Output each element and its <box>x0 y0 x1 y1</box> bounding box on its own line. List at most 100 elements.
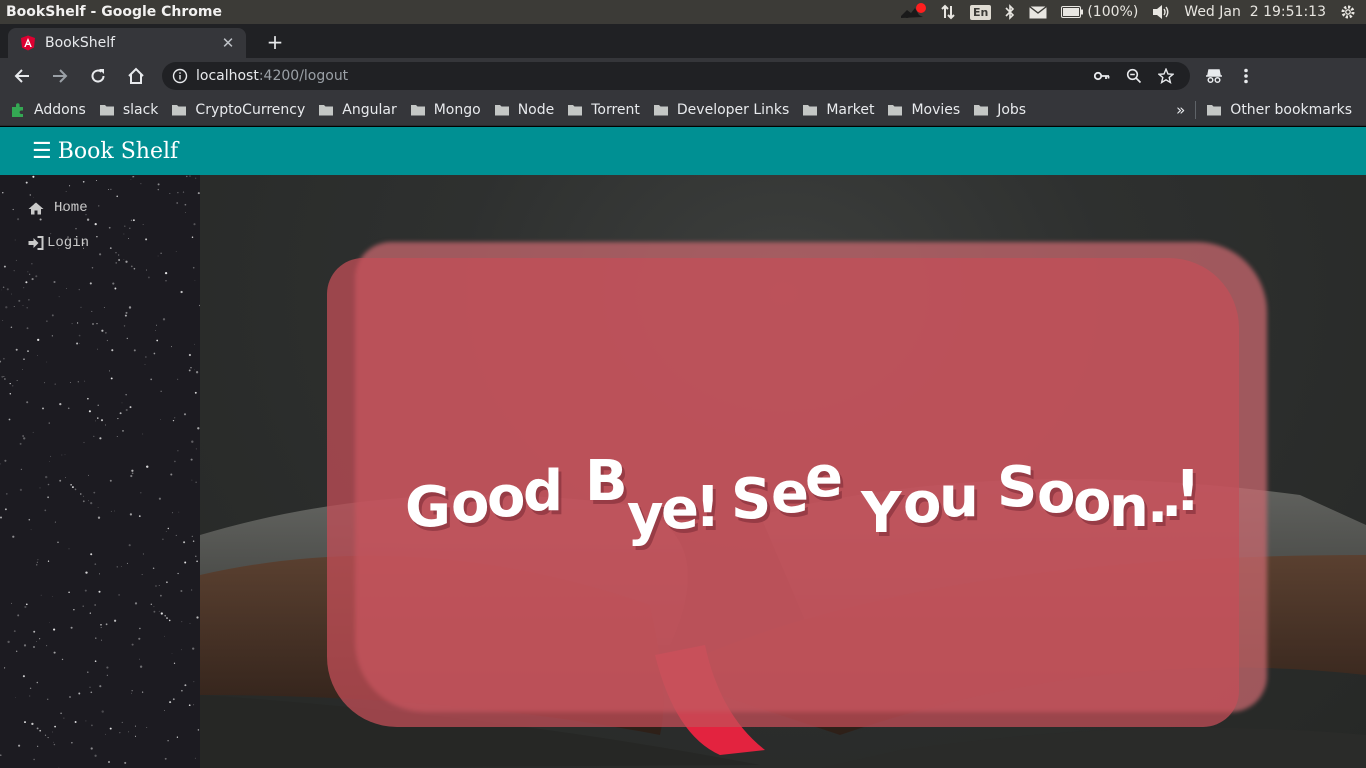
message-letter: o <box>487 465 525 530</box>
starfield-background <box>0 175 200 768</box>
zoom-icon[interactable] <box>1118 64 1150 88</box>
folder-icon <box>974 104 989 115</box>
message-letter: d <box>523 459 563 524</box>
home-icon <box>128 67 144 84</box>
forward-button[interactable] <box>44 60 76 92</box>
app-title[interactable]: ☰ Book Shelf <box>32 139 178 164</box>
bookmark-developer-links[interactable]: Developer Links <box>653 102 789 118</box>
settings-gear-icon[interactable] <box>1340 4 1356 20</box>
bookmarks-overflow-button[interactable]: » <box>1176 101 1185 119</box>
message-letter: e <box>661 477 699 542</box>
bookmark-jobs[interactable]: Jobs <box>973 102 1026 118</box>
reload-icon <box>91 69 105 83</box>
message-letter: o <box>1073 469 1111 534</box>
other-bookmarks-folder[interactable]: Other bookmarks <box>1206 102 1352 118</box>
battery-indicator[interactable]: (100%) <box>1061 4 1138 20</box>
goodbye-message-graphic: GG oo oo dd BByy ee!! SS ee eeYY oo uu SS oo oo nn....… <box>405 445 1204 552</box>
info-icon[interactable] <box>172 68 188 84</box>
menu-kebab-icon[interactable] <box>1230 60 1262 92</box>
url-host: localhost <box>196 68 259 84</box>
message-letter: ! <box>1175 459 1201 524</box>
bookmark-angular[interactable]: Angular <box>318 102 397 118</box>
incognito-extension-icon[interactable] <box>1198 60 1230 92</box>
bookmark-star-icon[interactable] <box>1150 64 1182 88</box>
tab-close-icon[interactable]: ✕ <box>220 34 236 52</box>
folder-icon <box>319 104 334 115</box>
message-letter: u <box>939 465 979 530</box>
folder-icon <box>803 104 818 115</box>
address-bar[interactable]: localhost:4200/logout <box>162 62 1190 90</box>
bookmark-torrent[interactable]: Torrent <box>567 102 640 118</box>
bookmark-label: slack <box>122 101 159 118</box>
home-button[interactable] <box>120 60 152 92</box>
bookmark-label: Market <box>826 101 875 118</box>
bookmark-mongo[interactable]: Mongo <box>410 102 481 118</box>
sidebar-item-label: Login <box>47 235 90 251</box>
mail-icon[interactable] <box>1029 5 1048 19</box>
back-button[interactable] <box>6 60 38 92</box>
reload-button[interactable] <box>82 60 114 92</box>
bookmark-label: Developer Links <box>676 101 790 118</box>
folder-icon <box>568 104 583 115</box>
bookmark-label: Addons <box>34 101 86 118</box>
bookmarks-divider <box>1195 100 1197 119</box>
puzzle-icon <box>12 102 23 117</box>
bookmark-label: CryptoCurrency <box>195 101 306 118</box>
sidebar-item-login[interactable]: Login <box>28 235 89 251</box>
battery-icon <box>1061 6 1084 18</box>
logout-page: G Go o o o d d B By y e e!! S Se e e e Y Yo o u u S So o o o n n....… <box>200 175 1366 768</box>
system-tray: En (100%) Wed Jan 2 19:51:13 <box>899 3 1366 20</box>
message-letter: o <box>1037 461 1075 526</box>
browser-tab-active[interactable]: BookShelf ✕ <box>8 28 246 58</box>
folder-icon <box>172 104 187 115</box>
browser-tab-strip: BookShelf ✕ + <box>0 24 1366 58</box>
bookmark-movies[interactable]: Movies <box>887 102 960 118</box>
message-letter: G <box>405 475 451 540</box>
key-icon[interactable] <box>1086 64 1118 88</box>
bookmark-node[interactable]: Node <box>494 101 555 118</box>
bookmark-label: Movies <box>911 101 961 118</box>
url-path: :4200/logout <box>258 68 349 84</box>
recorder-indicator-icon[interactable] <box>899 3 926 20</box>
folder-icon <box>1207 104 1222 115</box>
bookmark-label: Node <box>517 101 555 118</box>
bluetooth-icon[interactable] <box>1005 4 1015 20</box>
battery-percent: (100%) <box>1087 4 1139 20</box>
bookmark-label: Jobs <box>997 101 1027 118</box>
tab-title: BookShelf <box>45 35 116 51</box>
new-tab-button[interactable]: + <box>260 27 290 57</box>
app-header: ☰ Book Shelf <box>0 127 1366 175</box>
message-letter: e <box>805 445 843 510</box>
browser-toolbar: localhost:4200/logout <box>0 58 1366 94</box>
sidebar: Home Login <box>0 175 200 768</box>
bookmark-addons[interactable]: Addons <box>10 102 86 118</box>
bookmark-cryptocurrency[interactable]: CryptoCurrency <box>171 102 305 118</box>
bookmark-label: Torrent <box>591 101 640 118</box>
clock[interactable]: Wed Jan 2 19:51:13 <box>1184 4 1326 20</box>
folder-icon <box>494 104 509 115</box>
home-icon <box>28 201 44 215</box>
goodbye-card: G Go o o o d d B By y e e!! S Se e e e Y Yo o u u S So o o o n n....… <box>327 258 1239 727</box>
bookmark-market[interactable]: Market <box>802 102 874 118</box>
window-title: BookShelf - Google Chrome <box>6 4 222 20</box>
message-letter: ! <box>695 475 721 540</box>
sign-in-icon <box>28 236 44 250</box>
app-title-text: Book Shelf <box>57 138 179 164</box>
keyboard-language-indicator[interactable]: En <box>969 4 992 20</box>
message-letter: o <box>451 471 489 536</box>
other-bookmarks-label: Other bookmarks <box>1230 101 1352 118</box>
angular-icon <box>21 35 35 51</box>
message-letter: S <box>731 467 771 532</box>
message-letter: S <box>997 455 1037 520</box>
message-letter: B <box>585 449 628 514</box>
folder-icon <box>99 104 114 115</box>
os-top-panel: BookShelf - Google Chrome En (100%) Wed … <box>0 0 1366 24</box>
bookmark-slack[interactable]: slack <box>99 101 159 118</box>
message-letter: o <box>903 471 941 536</box>
sidebar-item-home[interactable]: Home <box>28 200 88 216</box>
folder-icon <box>888 104 903 115</box>
network-icon[interactable] <box>940 4 956 20</box>
volume-icon[interactable] <box>1152 4 1170 20</box>
hamburger-menu-icon[interactable]: ☰ <box>32 139 52 164</box>
message-letter: Y <box>860 481 903 546</box>
